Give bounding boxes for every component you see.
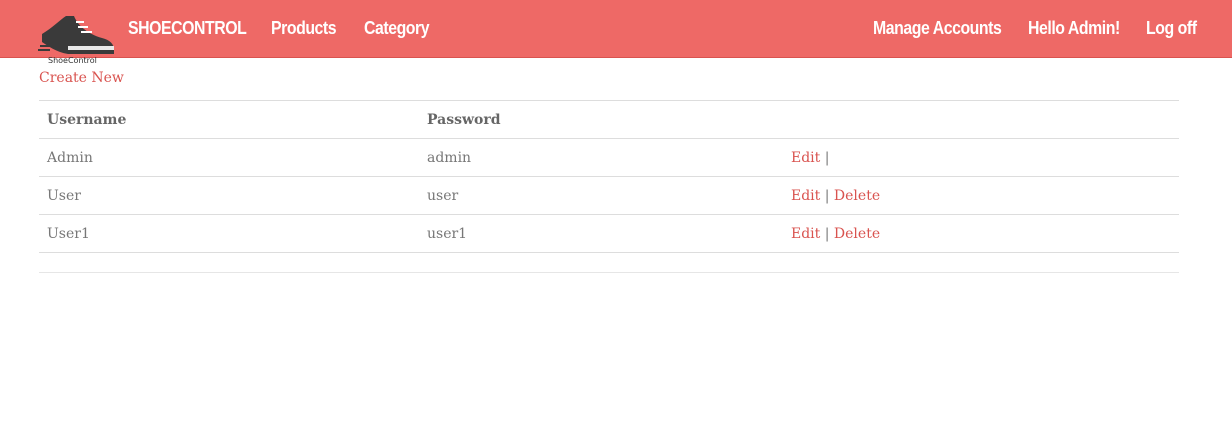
table-header-row: Username Password [39, 101, 1179, 139]
nav-hello-user-link[interactable]: Hello Admin! [1028, 0, 1120, 57]
table-row: User1 user1 Edit | Delete [39, 215, 1179, 253]
delete-link[interactable]: Delete [834, 226, 880, 242]
password-cell: user [427, 188, 459, 204]
edit-link[interactable]: Edit [791, 150, 820, 166]
edit-link[interactable]: Edit [791, 188, 820, 204]
actions-cell: Edit | [791, 139, 829, 177]
top-navbar: ShoeControl SHOECONTROL Products Categor… [0, 0, 1232, 65]
edit-link[interactable]: Edit [791, 226, 820, 242]
action-separator: | [824, 226, 830, 242]
nav-manage-accounts-link[interactable]: Manage Accounts [873, 0, 1002, 57]
table-row: User user Edit | Delete [39, 177, 1179, 215]
actions-cell: Edit | Delete [791, 215, 880, 253]
delete-link[interactable]: Delete [834, 188, 880, 204]
accounts-table: Username Password Admin admin Edit | Use… [39, 100, 1179, 273]
table-row: Admin admin Edit | [39, 139, 1179, 177]
logo-text: ShoeControl [48, 56, 97, 65]
table-footer-divider [39, 253, 1179, 273]
nav-products-link[interactable]: Products [271, 0, 337, 57]
username-cell: User1 [47, 226, 90, 242]
password-cell: user1 [427, 226, 468, 242]
username-cell: User [47, 188, 81, 204]
username-cell: Admin [47, 150, 93, 166]
nav-logoff-link[interactable]: Log off [1146, 0, 1197, 57]
actions-cell: Edit | Delete [791, 177, 880, 215]
nav-category-link[interactable]: Category [364, 0, 430, 57]
nav-brand-link[interactable]: SHOECONTROL [128, 0, 247, 57]
shoe-icon [38, 16, 114, 54]
create-new-link[interactable]: Create New [39, 70, 124, 86]
brand-logo[interactable]: ShoeControl [38, 12, 118, 68]
header-password: Password [427, 112, 501, 128]
header-username: Username [47, 112, 127, 128]
password-cell: admin [427, 150, 472, 166]
action-separator: | [824, 150, 830, 166]
action-separator: | [824, 188, 830, 204]
